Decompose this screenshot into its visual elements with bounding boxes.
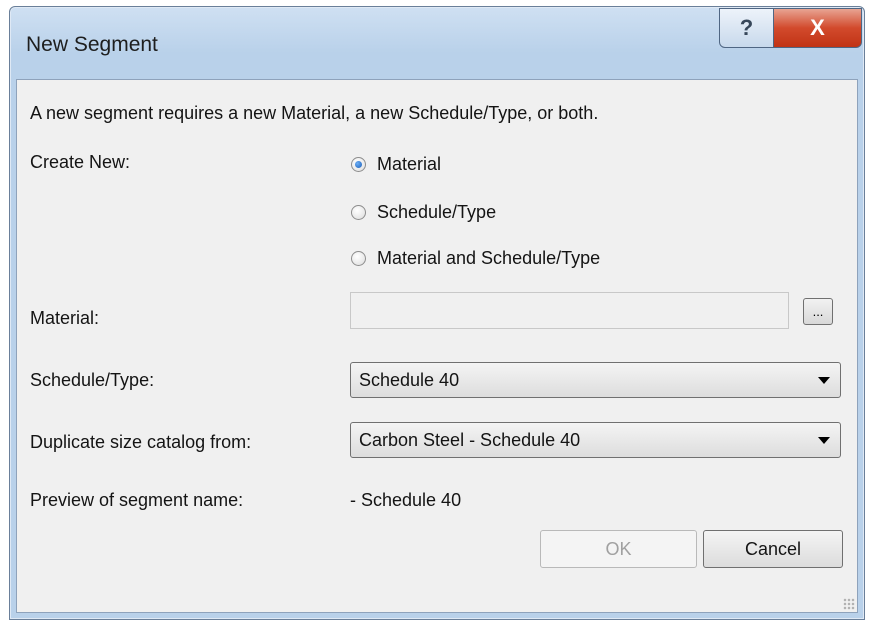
intro-text: A new segment requires a new Material, a… — [30, 103, 599, 123]
radio-material[interactable]: Material — [351, 154, 441, 175]
radio-schedule-type-label: Schedule/Type — [377, 202, 497, 222]
material-field[interactable] — [350, 292, 789, 329]
chevron-down-icon — [818, 376, 830, 384]
title-bar[interactable]: New Segment ? X — [10, 7, 864, 79]
help-button[interactable]: ? — [719, 8, 774, 48]
radio-schedule-type-button[interactable] — [351, 205, 366, 220]
dialog-window: New Segment ? X A new segment requires a… — [9, 6, 865, 620]
help-icon: ? — [739, 15, 754, 40]
schedule-type-dropdown[interactable]: Schedule 40 — [350, 362, 841, 398]
schedule-type-value: Schedule 40 — [359, 369, 460, 390]
close-button[interactable]: X — [774, 8, 862, 48]
dialog-title: New Segment — [26, 33, 158, 56]
duplicate-catalog-dropdown[interactable]: Carbon Steel - Schedule 40 — [350, 422, 841, 458]
duplicate-catalog-value: Carbon Steel - Schedule 40 — [359, 429, 581, 450]
caption-buttons: ? X — [719, 8, 862, 48]
resize-grip-icon[interactable] — [843, 598, 855, 610]
preview-label: Preview of segment name: — [30, 490, 244, 510]
duplicate-catalog-label: Duplicate size catalog from: — [30, 432, 252, 452]
radio-material-button[interactable] — [351, 157, 366, 172]
schedule-type-label: Schedule/Type: — [30, 370, 155, 390]
ellipsis-icon: ... — [812, 304, 824, 319]
radio-material-label: Material — [377, 154, 442, 174]
preview-value: - Schedule 40 — [350, 490, 462, 510]
radio-schedule-type[interactable]: Schedule/Type — [351, 202, 496, 223]
create-new-label: Create New: — [30, 152, 131, 172]
browse-button[interactable]: ... — [803, 298, 833, 325]
dialog-body: A new segment requires a new Material, a… — [16, 79, 858, 613]
material-label: Material: — [30, 308, 100, 328]
cancel-button[interactable]: Cancel — [703, 530, 843, 568]
chevron-down-icon — [818, 436, 830, 444]
close-icon: X — [810, 15, 825, 40]
radio-material-and-schedule-button[interactable] — [351, 251, 366, 266]
ok-button[interactable]: OK — [540, 530, 697, 568]
radio-material-and-schedule-label: Material and Schedule/Type — [377, 248, 601, 268]
radio-material-and-schedule[interactable]: Material and Schedule/Type — [351, 248, 600, 269]
